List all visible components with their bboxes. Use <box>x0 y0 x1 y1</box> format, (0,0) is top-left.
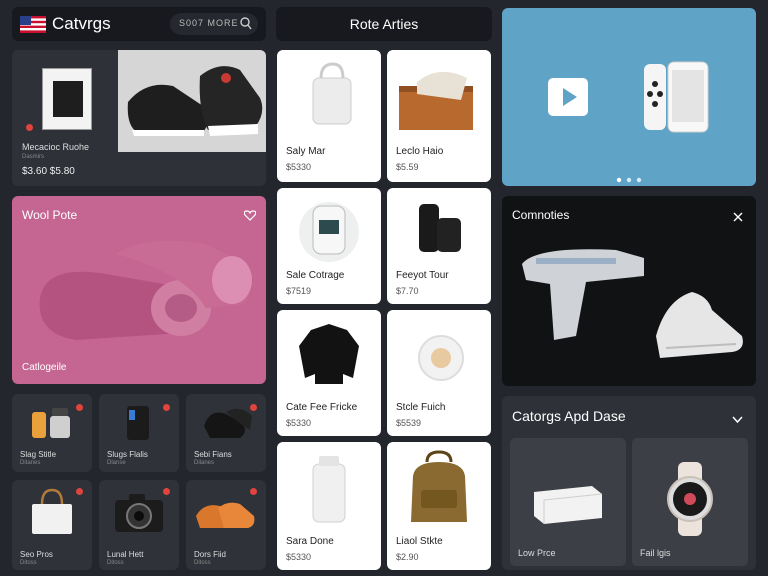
promo-title: Wool Pote <box>22 208 78 222</box>
close-icon[interactable] <box>733 209 743 227</box>
badge-dot <box>163 404 170 411</box>
product-image <box>312 456 346 523</box>
category-card[interactable]: Fail lgis <box>632 438 748 566</box>
small-item-label: Dors Fiid <box>194 550 227 559</box>
search-icon[interactable] <box>240 17 252 35</box>
promo-caption: Catlogeile <box>22 362 67 373</box>
small-item-card[interactable]: Sebi Fians Dilanes <box>186 394 266 472</box>
product-card[interactable]: Feeyot Tour $7.70 <box>387 188 491 304</box>
featured-title: Mecacioc Ruohe <box>22 142 90 152</box>
product-name: Stcle Fuich <box>396 402 446 413</box>
small-item-card[interactable]: Slag Stitle Ditanes <box>12 394 92 472</box>
gloves-image <box>204 408 252 438</box>
product-price: $5330 <box>286 162 312 172</box>
phone-image <box>642 60 712 134</box>
product-card[interactable]: Stcle Fuich $5539 <box>387 310 491 436</box>
small-item-sub: Ditoss <box>107 560 124 566</box>
product-card[interactable]: Liaol Stkte $2.90 <box>387 442 491 570</box>
category-card[interactable]: Low Prce <box>510 438 626 566</box>
small-item-label: Seo Pros <box>20 550 53 559</box>
product-price: $5330 <box>286 418 312 428</box>
app-title: Catvrgs <box>52 14 111 33</box>
small-item-label: Sebi Fians <box>194 450 232 459</box>
heart-icon[interactable] <box>243 208 257 226</box>
machine-image <box>516 240 746 376</box>
more-button[interactable]: S007 MORE <box>170 13 258 35</box>
jars-image <box>32 408 70 438</box>
camera-image <box>115 494 163 532</box>
product-price: $5.59 <box>396 162 419 172</box>
small-item-sub: Ditanes <box>20 460 41 466</box>
small-item-card[interactable]: Dors Fiid Ditoss <box>186 480 266 570</box>
categories-title: Catorgs Apd Dase <box>512 408 626 424</box>
speaker-image <box>534 486 603 524</box>
category-label: Fail lgis <box>640 548 671 558</box>
product-card[interactable]: Cate Fee Fricke $5330 <box>277 310 381 436</box>
more-button-label: S007 MORE <box>179 18 239 28</box>
carousel-dots[interactable] <box>616 170 644 186</box>
badge-dot <box>76 488 83 495</box>
commodities-title: Comnoties <box>512 208 570 222</box>
small-item-label: Lunal Hett <box>107 550 144 559</box>
chevron-down-icon[interactable] <box>732 411 743 429</box>
product-card[interactable]: Leclo Haio $5.59 <box>387 50 491 182</box>
badge-dot <box>76 404 83 411</box>
shoes-image <box>196 502 255 528</box>
product-name: Leclo Haio <box>396 146 444 157</box>
product-name: Liaol Stkte <box>396 536 443 547</box>
categories-panel: Catorgs Apd Dase Low Prce Fail lgis <box>502 396 756 570</box>
us-flag-icon <box>20 16 46 33</box>
product-name: Feeyot Tour <box>396 270 449 281</box>
small-item-label: Slag Stitle <box>20 450 57 459</box>
product-card[interactable]: Sale Cotrage $7519 <box>277 188 381 304</box>
product-price: $7.70 <box>396 286 419 296</box>
product-price: $5539 <box>396 418 422 428</box>
product-box-image <box>42 68 92 130</box>
tumbler-image <box>127 406 149 440</box>
product-name: Sale Cotrage <box>286 270 345 281</box>
product-card[interactable]: Sara Done $5330 <box>277 442 381 570</box>
play-icon[interactable] <box>548 78 588 116</box>
small-item-card[interactable]: Seo Pros Ditoss <box>12 480 92 570</box>
product-name: Cate Fee Fricke <box>286 402 358 413</box>
featured-product-card[interactable]: Mecacioc Ruohe Dasmirs $3.60 $5.80 <box>12 50 266 186</box>
badge-dot <box>163 488 170 495</box>
towels-image <box>36 234 256 346</box>
top-bar-left: Catvrgs S007 MORE <box>12 7 266 41</box>
badge-dot <box>250 488 257 495</box>
tote-bag-image <box>32 488 72 534</box>
product-price: $5330 <box>286 552 312 562</box>
product-price: $7519 <box>286 286 312 296</box>
featured-price: $3.60 $5.80 <box>22 166 75 177</box>
top-bar-center: Rote Arties <box>276 7 492 41</box>
video-panel[interactable] <box>502 8 756 186</box>
smartwatch-image <box>667 462 713 536</box>
product-card[interactable]: Saly Mar $5330 <box>277 50 381 182</box>
badge-dot <box>26 124 33 131</box>
product-image <box>411 450 467 522</box>
small-item-label: Slugs Flalis <box>107 450 148 459</box>
category-label: Low Prce <box>518 548 556 558</box>
product-name: Saly Mar <box>286 146 326 157</box>
commodities-panel[interactable]: Comnoties <box>502 196 756 386</box>
small-item-card[interactable]: Slugs Flalis Dlanse <box>99 394 179 472</box>
section-title: Rote Arties <box>349 16 419 32</box>
small-item-sub: Ditoss <box>194 560 211 566</box>
promo-banner[interactable]: Wool Pote Catlogeile <box>12 196 266 384</box>
small-item-card[interactable]: Lunal Hett Ditoss <box>99 480 179 570</box>
featured-subtitle: Dasmirs <box>22 154 44 160</box>
small-item-sub: Dlanse <box>107 460 126 466</box>
small-item-sub: Dilanes <box>194 460 215 466</box>
badge-dot <box>250 404 257 411</box>
small-item-sub: Ditoss <box>20 560 37 566</box>
sneakers-image <box>118 50 266 152</box>
product-name: Sara Done <box>286 536 334 547</box>
product-price: $2.90 <box>396 552 419 562</box>
